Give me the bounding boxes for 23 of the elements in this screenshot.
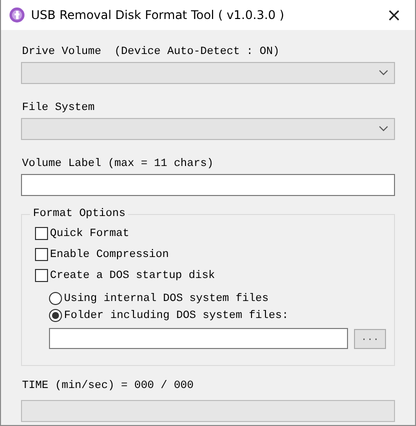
checkbox-label: Create a DOS startup disk <box>50 270 216 282</box>
group-title: Format Options <box>32 208 126 221</box>
field-label: Drive Volume (Device Auto-Detect : ON) <box>22 46 280 59</box>
time-label: TIME (min/sec) = 000 / 000 <box>22 380 195 393</box>
field-label: Volume Label (max = 11 chars) <box>22 158 214 171</box>
close-button[interactable]: × <box>379 1 409 29</box>
browse-button[interactable]: ... <box>354 328 386 348</box>
radio-button[interactable] <box>49 309 62 322</box>
radio-label: Using internal DOS system files <box>64 292 269 304</box>
checkbox-label: Enable Compression <box>50 248 169 260</box>
chevron-down-icon <box>379 126 388 132</box>
window-title: USB Removal Disk Format Tool ( v1.0.3.0 ) <box>31 8 286 22</box>
field-label: File System <box>22 102 96 115</box>
checkbox[interactable] <box>35 248 48 261</box>
checkbox[interactable] <box>35 227 48 240</box>
radio-button[interactable] <box>49 292 62 305</box>
folder-path-field[interactable] <box>49 328 348 349</box>
radio-label: Folder including DOS system files: <box>64 310 288 322</box>
chevron-down-icon <box>379 70 388 76</box>
checkbox[interactable] <box>35 269 48 282</box>
checkbox-label: Quick Format <box>50 228 130 240</box>
app-icon <box>9 7 25 23</box>
volume-label-field[interactable] <box>21 174 395 196</box>
